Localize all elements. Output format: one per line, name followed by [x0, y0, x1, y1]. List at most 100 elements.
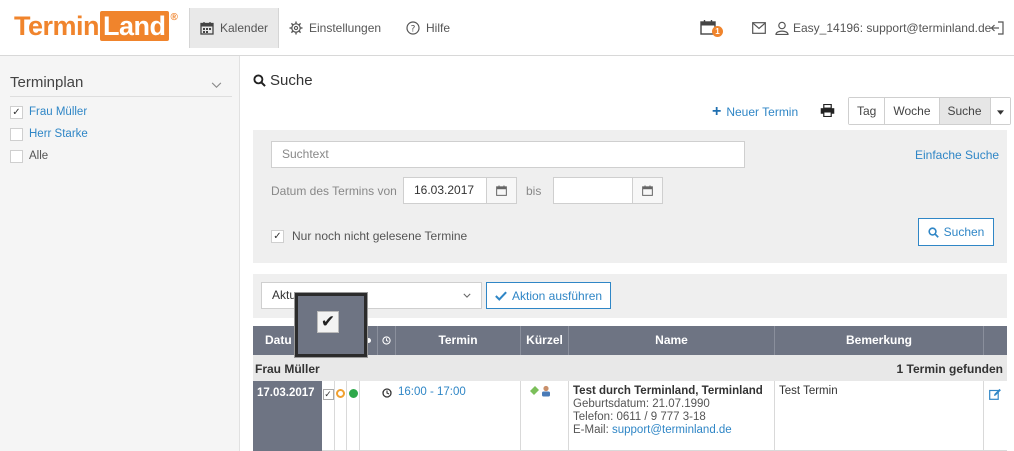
account-menu[interactable]: Easy_14196: support@terminland.de	[775, 14, 991, 42]
row-edit-cell	[984, 381, 1007, 451]
chevron-down-icon	[463, 283, 471, 308]
printer-icon	[820, 103, 835, 118]
row-status-cell-2	[347, 381, 360, 451]
logo-text-land: Land	[100, 11, 169, 41]
row-time-link[interactable]: 16:00 - 17:00	[398, 386, 466, 398]
edit-icon[interactable]	[989, 388, 1001, 400]
sidebar-item-herr-starke[interactable]: Herr Starke	[10, 128, 88, 141]
print-button[interactable]	[820, 103, 835, 120]
account-label: Easy_14196: support@terminland.de	[793, 21, 992, 35]
svg-text:?: ?	[411, 24, 416, 34]
sidebar-item-label: Frau Müller	[29, 106, 88, 118]
unread-only-option[interactable]: ✓ Nur noch nicht gelesene Termine	[271, 229, 467, 243]
search-icon	[253, 74, 266, 87]
calendar-icon	[642, 185, 653, 196]
envelope-icon	[752, 22, 766, 34]
new-appointment-link[interactable]: + Neuer Termin	[712, 103, 798, 121]
row-clock-cell	[378, 381, 396, 451]
contact-icons	[530, 385, 550, 397]
row-date: 17.03.2017	[253, 381, 322, 451]
table-row[interactable]: 17.03.2017 ✓ 16:00 - 17:00 Test durch Te…	[253, 381, 1007, 451]
view-tag-button[interactable]: Tag	[849, 98, 886, 124]
row-status-cell-3	[360, 381, 378, 451]
column-header-termin[interactable]: Termin	[396, 326, 521, 355]
logo-registered-mark: ®	[170, 12, 178, 23]
date-to-input[interactable]	[553, 177, 633, 204]
page-title-text: Suche	[270, 72, 313, 89]
row-remark: Test Termin	[779, 385, 838, 397]
status-orange-icon	[336, 389, 345, 398]
logout-icon	[990, 21, 1004, 35]
row-name-cell: Test durch Terminland, Terminland Geburt…	[569, 381, 775, 451]
group-row-frau-mueller: Frau Müller 1 Termin gefunden	[253, 355, 1007, 381]
tab-hilfe[interactable]: ? Hilfe	[396, 14, 460, 42]
group-name: Frau Müller	[255, 362, 320, 376]
sidebar-collapse-button[interactable]	[211, 78, 222, 92]
logout-button[interactable]	[990, 14, 1004, 42]
clock-icon	[382, 388, 392, 398]
sidebar-title: Terminplan	[10, 74, 84, 91]
terminland-logo[interactable]: Termin Land ®	[14, 9, 178, 43]
tab-einstellungen-label: Einstellungen	[309, 21, 382, 35]
view-suche-button[interactable]: Suche	[939, 98, 991, 124]
tab-einstellungen[interactable]: Einstellungen	[279, 14, 391, 42]
caret-down-icon	[996, 110, 1004, 115]
sidebar-item-label: Alle	[29, 150, 49, 162]
sidebar-item-alle[interactable]: Alle	[10, 150, 48, 163]
sidebar-item-label: Herr Starke	[29, 128, 88, 140]
gear-icon	[289, 21, 303, 35]
notifications-button[interactable]: 1	[700, 14, 724, 42]
unread-only-label: Nur noch nicht gelesene Termine	[292, 229, 468, 243]
execute-action-label: Aktion ausführen	[512, 288, 603, 303]
group-count: 1 Termin gefunden	[896, 362, 1003, 376]
help-icon: ?	[406, 21, 420, 35]
column-header-name[interactable]: Name	[569, 326, 775, 355]
row-select-checkbox[interactable]: ✓	[322, 389, 334, 400]
tab-kalender[interactable]: Kalender	[189, 8, 280, 48]
date-from-input[interactable]: 16.03.2017	[403, 177, 487, 204]
checkbox-herr-starke[interactable]	[10, 128, 23, 141]
date-to-label: bis	[526, 184, 542, 198]
search-submit-label: Suchen	[943, 225, 985, 239]
unread-only-checkbox[interactable]: ✓	[271, 229, 284, 243]
chevron-down-icon	[211, 82, 222, 89]
status-green-icon	[348, 389, 358, 398]
row-status-cell-1	[335, 381, 347, 451]
column-header-kuerzel[interactable]: Kürzel	[521, 326, 569, 355]
top-bar: Termin Land ® Kalender Einstellungen ? H…	[0, 0, 1014, 56]
view-dropdown-button[interactable]	[990, 98, 1010, 124]
search-submit-button[interactable]: Suchen	[918, 218, 994, 246]
calendar-icon	[200, 22, 214, 35]
column-header-bemerkung[interactable]: Bemerkung	[775, 326, 984, 355]
row-phone: Telefon: 0611 / 9 777 3-18	[573, 411, 706, 423]
sidebar: Terminplan ✓ Frau Müller Herr Starke All…	[0, 56, 240, 451]
simple-search-link[interactable]: Einfache Suche	[915, 148, 999, 162]
checkbox-frau-mueller[interactable]: ✓	[10, 106, 23, 119]
sidebar-divider	[10, 96, 232, 97]
row-email-label: E-Mail:	[573, 424, 609, 436]
column-header-time-icon	[378, 326, 396, 355]
magnified-checkbox-callout: ✔	[295, 293, 367, 357]
search-text-input[interactable]: Suchtext	[271, 141, 745, 168]
messages-button[interactable]	[752, 14, 766, 42]
plus-icon: +	[712, 103, 722, 120]
tab-hilfe-label: Hilfe	[426, 21, 451, 35]
view-woche-button[interactable]: Woche	[885, 98, 940, 124]
action-select-value: Aktu	[272, 288, 297, 302]
date-from-label: Datum des Termins von	[271, 184, 397, 198]
tab-kalender-label: Kalender	[220, 21, 269, 35]
search-panel: Suchtext Einfache Suche Datum des Termin…	[253, 130, 1007, 263]
row-check-cell: ✓	[322, 381, 335, 451]
checkbox-alle[interactable]	[10, 150, 23, 163]
column-header-edit	[984, 326, 1007, 355]
calendar-icon	[496, 185, 507, 196]
page-title: Suche	[253, 72, 313, 89]
sidebar-item-frau-mueller[interactable]: ✓ Frau Müller	[10, 106, 87, 119]
row-email-link[interactable]: support@terminland.de	[612, 424, 732, 436]
row-time-cell: 16:00 - 17:00	[396, 381, 521, 451]
row-kuerzel-cell	[521, 381, 569, 451]
execute-action-button[interactable]: Aktion ausführen	[486, 282, 612, 309]
date-to-calendar-button[interactable]	[633, 177, 663, 204]
date-from-calendar-button[interactable]	[487, 177, 517, 204]
magnified-checkbox: ✔	[317, 311, 339, 333]
